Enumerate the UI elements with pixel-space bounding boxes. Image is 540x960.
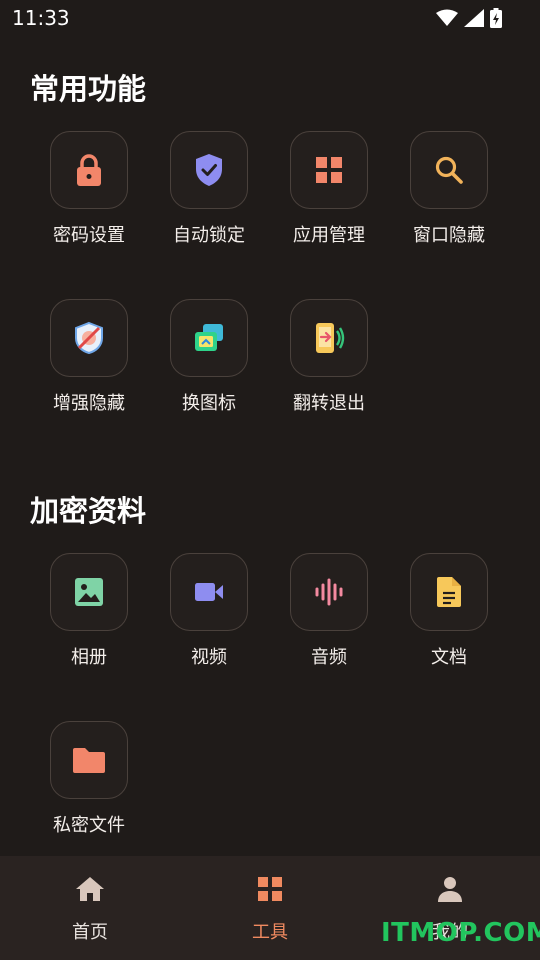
- folder-icon: [73, 748, 105, 773]
- tile-window-hide[interactable]: 窗口隐藏: [389, 131, 509, 249]
- shield-check-icon: [196, 154, 222, 186]
- tile-icon-box: [290, 131, 368, 209]
- flip-exit-icon: [316, 323, 345, 353]
- grid-icon: [316, 157, 342, 183]
- tile-icon-box: [50, 299, 128, 377]
- tile-icon-box: [170, 553, 248, 631]
- tile-album[interactable]: 相册: [29, 553, 149, 671]
- tile-label: 换图标: [182, 393, 236, 414]
- video-icon: [195, 583, 223, 601]
- tile-icon-box: [290, 553, 368, 631]
- status-bar: 11:33: [0, 0, 540, 36]
- tile-document[interactable]: 文档: [389, 553, 509, 671]
- nav-label-home: 首页: [72, 922, 108, 943]
- signal-icon: [464, 9, 484, 27]
- tile-icon-box: [290, 299, 368, 377]
- tile-private-files[interactable]: 私密文件: [29, 721, 149, 839]
- tile-enhanced-hide[interactable]: 增强隐藏: [29, 299, 149, 417]
- section-title-common-functions: 常用功能: [30, 72, 147, 106]
- tools-grid-icon: [258, 877, 282, 901]
- tile-label: 相册: [71, 647, 107, 668]
- tile-app-management[interactable]: 应用管理: [269, 131, 389, 249]
- tile-label: 应用管理: [293, 225, 365, 246]
- battery-icon: [490, 8, 502, 28]
- tile-icon-box: [410, 131, 488, 209]
- document-icon: [437, 577, 461, 607]
- tile-label: 自动锁定: [173, 225, 245, 246]
- tile-video[interactable]: 视频: [149, 553, 269, 671]
- nav-tools[interactable]: 工具: [210, 874, 330, 944]
- tile-icon-box: [50, 553, 128, 631]
- tile-icon-box: [50, 131, 128, 209]
- tile-icon-box: [50, 721, 128, 799]
- section-title-encrypted-data: 加密资料: [30, 494, 147, 528]
- change-icon-icon: [195, 324, 223, 351]
- tile-label: 密码设置: [53, 225, 125, 246]
- image-icon: [75, 578, 103, 606]
- tile-label: 音频: [311, 647, 347, 668]
- tile-icon-box: [170, 131, 248, 209]
- status-icons: [436, 8, 502, 28]
- tile-password-settings[interactable]: 密码设置: [29, 131, 149, 249]
- tile-label: 视频: [191, 647, 227, 668]
- enhanced-hide-icon: [75, 321, 103, 355]
- tile-audio[interactable]: 音频: [269, 553, 389, 671]
- tile-label: 窗口隐藏: [413, 225, 485, 246]
- nav-home[interactable]: 首页: [30, 874, 150, 944]
- profile-icon: [438, 877, 462, 902]
- tile-label: 文档: [431, 647, 467, 668]
- watermark: ITMOP.COM: [381, 918, 540, 948]
- lock-icon: [77, 154, 101, 186]
- home-icon: [76, 877, 104, 901]
- tile-label: 私密文件: [53, 815, 125, 836]
- tile-label: 增强隐藏: [53, 393, 125, 414]
- nav-label-tools: 工具: [252, 922, 288, 943]
- wifi-icon: [436, 9, 458, 26]
- search-icon: [435, 156, 463, 184]
- tile-label: 翻转退出: [293, 393, 365, 414]
- tile-flip-exit[interactable]: 翻转退出: [269, 299, 389, 417]
- audio-icon: [315, 578, 343, 606]
- tile-icon-box: [170, 299, 248, 377]
- tile-auto-lock[interactable]: 自动锁定: [149, 131, 269, 249]
- tile-icon-box: [410, 553, 488, 631]
- status-time: 11:33: [12, 6, 70, 30]
- tile-change-icon[interactable]: 换图标: [149, 299, 269, 417]
